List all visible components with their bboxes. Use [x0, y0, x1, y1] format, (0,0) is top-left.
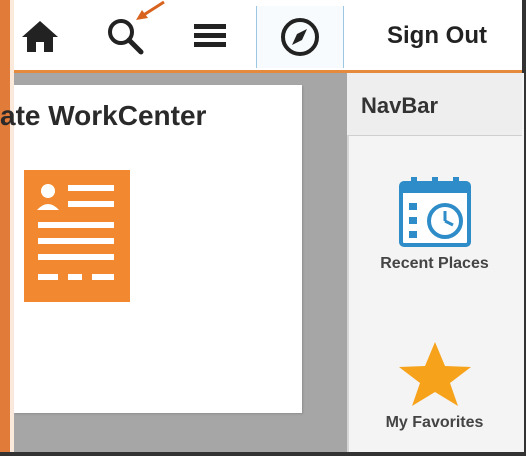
- navbar-header: NavBar: [347, 73, 522, 136]
- sign-out-button[interactable]: Sign Out: [372, 10, 502, 62]
- calendar-clock-icon: [398, 177, 471, 247]
- star-icon: [398, 342, 471, 406]
- frame-bottom-border: [0, 452, 526, 456]
- navbar-tile-my-favorites[interactable]: My Favorites: [347, 340, 522, 450]
- compass-icon: [281, 18, 319, 56]
- annotation-arrow-icon: [136, 0, 165, 20]
- tile-label-recent-places: Recent Places: [380, 255, 489, 272]
- frame-left-border: [0, 0, 10, 456]
- navbar-tile-recent-places[interactable]: Recent Places: [347, 175, 522, 295]
- tile-label-my-favorites: My Favorites: [385, 414, 484, 431]
- tile-title: ate WorkCenter: [0, 100, 207, 131]
- home-button[interactable]: [18, 10, 62, 62]
- hamburger-menu-icon: [194, 24, 226, 47]
- home-icon: [22, 21, 58, 52]
- navbar-title: NavBar: [361, 93, 439, 118]
- document-person-icon: [24, 170, 130, 302]
- navbar-button[interactable]: [256, 6, 344, 68]
- menu-button[interactable]: [185, 10, 235, 62]
